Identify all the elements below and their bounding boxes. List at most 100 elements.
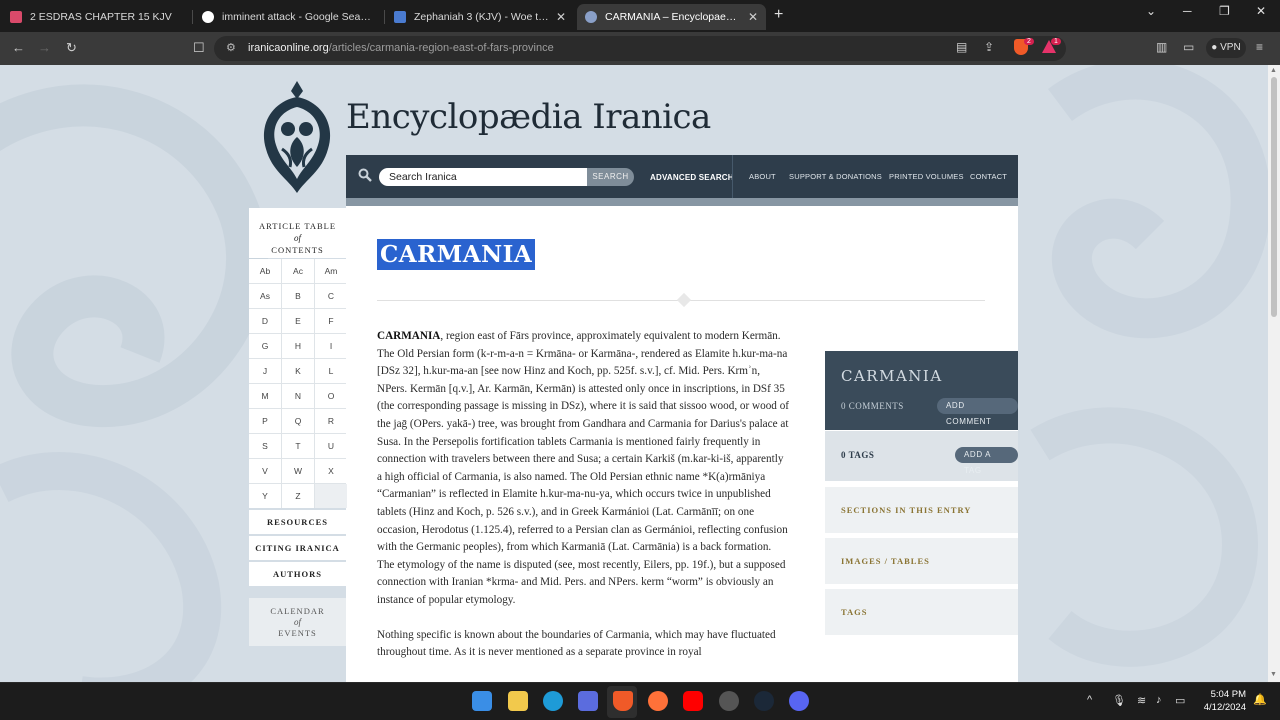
- tags-section[interactable]: TAGS: [825, 589, 1018, 635]
- scroll-down-icon[interactable]: ▼: [1270, 671, 1277, 678]
- menu-icon[interactable]: ≡: [1256, 40, 1263, 54]
- nav-contact[interactable]: CONTACT: [970, 172, 1007, 181]
- letter-link[interactable]: Y: [249, 484, 281, 508]
- letter-link[interactable]: H: [282, 334, 314, 358]
- wifi-icon[interactable]: ≋: [1137, 694, 1146, 707]
- tab-title: CARMANIA – Encyclopaedia Iranica: [605, 11, 742, 23]
- share-icon[interactable]: ⇪: [984, 40, 994, 54]
- letter-link[interactable]: D: [249, 309, 281, 333]
- authors-link[interactable]: AUTHORS: [249, 562, 346, 586]
- letter-link[interactable]: J: [249, 359, 281, 383]
- obs-icon[interactable]: [719, 691, 739, 711]
- reload-icon[interactable]: ↻: [66, 40, 77, 56]
- youtube-icon[interactable]: [683, 691, 703, 711]
- letter-link[interactable]: Q: [282, 409, 314, 433]
- wallet-icon[interactable]: ▭: [1183, 40, 1194, 54]
- microsoft-store-icon[interactable]: [578, 691, 598, 711]
- iranica-logo[interactable]: [258, 79, 336, 195]
- bible-gateway-favicon-icon: [394, 11, 406, 23]
- search-button[interactable]: SEARCH: [587, 168, 634, 186]
- letter-link[interactable]: T: [282, 434, 314, 458]
- address-bar[interactable]: ⚙ iranicaonline.org/articles/carmania-re…: [214, 36, 1066, 61]
- letter-link[interactable]: X: [315, 459, 347, 483]
- letter-link[interactable]: L: [315, 359, 347, 383]
- letter-link[interactable]: I: [315, 334, 347, 358]
- letter-link[interactable]: M: [249, 384, 281, 408]
- page-scrollbar[interactable]: ▲ ▼: [1268, 65, 1280, 682]
- search-icon[interactable]: [358, 168, 372, 182]
- scrollbar-thumb[interactable]: [1271, 77, 1277, 317]
- images-tables-section[interactable]: IMAGES / TABLES: [825, 538, 1018, 584]
- sidebar-toggle-icon[interactable]: ▥: [1156, 40, 1167, 54]
- tab-title: 2 ESDRAS CHAPTER 15 KJV: [30, 11, 172, 23]
- forward-icon[interactable]: →: [38, 40, 51, 55]
- tab-carmania[interactable]: CARMANIA – Encyclopaedia Iranica ✕: [577, 4, 766, 30]
- letter-link[interactable]: Am: [315, 259, 347, 283]
- letter-link[interactable]: C: [315, 284, 347, 308]
- show-hidden-icons-icon[interactable]: ^: [1087, 694, 1092, 706]
- discord-icon[interactable]: [789, 691, 809, 711]
- volume-icon[interactable]: ♪: [1156, 694, 1162, 706]
- letter-link[interactable]: V: [249, 459, 281, 483]
- system-clock[interactable]: 5:04 PM 4/12/2024: [1196, 688, 1246, 714]
- citing-iranica-link[interactable]: CITING IRANICA: [249, 536, 346, 560]
- letter-link[interactable]: Ac: [282, 259, 314, 283]
- letter-link[interactable]: U: [315, 434, 347, 458]
- add-tag-button[interactable]: ADD A TAG: [955, 447, 1018, 475]
- maximize-icon[interactable]: ❐: [1219, 4, 1230, 18]
- firefox-icon[interactable]: [648, 691, 668, 711]
- resources-link[interactable]: RESOURCES: [249, 510, 346, 534]
- calendar-of-events-link[interactable]: CALENDAR of EVENTS: [249, 598, 346, 646]
- notifications-bell-icon[interactable]: 🔔: [1253, 693, 1267, 706]
- letter-link[interactable]: As: [249, 284, 281, 308]
- entry-name: CARMANIA: [841, 367, 943, 385]
- advanced-search-link[interactable]: ADVANCED SEARCH: [650, 173, 734, 182]
- nav-support-donations[interactable]: SUPPORT & DONATIONS: [789, 172, 882, 181]
- add-comment-button[interactable]: ADD COMMENT: [937, 398, 1018, 426]
- file-explorer-icon[interactable]: [508, 691, 528, 711]
- letter-link[interactable]: E: [282, 309, 314, 333]
- tab-google-search[interactable]: imminent attack - Google Search: [194, 4, 382, 30]
- edge-icon[interactable]: [543, 691, 563, 711]
- new-tab-icon[interactable]: +: [774, 6, 783, 24]
- url-text: iranicaonline.org/articles/carmania-regi…: [248, 42, 554, 54]
- rewards-count-badge: 1: [1051, 38, 1061, 45]
- vpn-button[interactable]: ● VPN: [1206, 38, 1246, 58]
- letter-link[interactable]: S: [249, 434, 281, 458]
- minimize-icon[interactable]: ─: [1183, 4, 1192, 18]
- search-input[interactable]: Search Iranica: [379, 168, 587, 186]
- close-tab-icon[interactable]: ✕: [748, 10, 758, 24]
- site-title[interactable]: Encyclopædia Iranica: [346, 97, 711, 137]
- letter-link[interactable]: W: [282, 459, 314, 483]
- steam-icon[interactable]: [754, 691, 774, 711]
- letter-link[interactable]: F: [315, 309, 347, 333]
- windows-start-icon[interactable]: [472, 691, 492, 711]
- close-tab-icon[interactable]: ✕: [556, 10, 566, 24]
- letter-link[interactable]: B: [282, 284, 314, 308]
- letter-link[interactable]: R: [315, 409, 347, 433]
- brave-browser-icon[interactable]: [613, 691, 633, 711]
- letter-link[interactable]: Ab: [249, 259, 281, 283]
- microphone-icon[interactable]: 🎙: [1112, 694, 1126, 707]
- scroll-up-icon[interactable]: ▲: [1270, 67, 1277, 74]
- shields-count-badge: 2: [1024, 38, 1034, 45]
- battery-icon[interactable]: ▭: [1175, 694, 1185, 707]
- letter-link[interactable]: G: [249, 334, 281, 358]
- tab-search-chevron-icon[interactable]: ⌄: [1146, 4, 1156, 18]
- reader-mode-icon[interactable]: ▤: [956, 40, 967, 54]
- sections-in-this-entry[interactable]: SECTIONS IN THIS ENTRY: [825, 487, 1018, 533]
- letter-link[interactable]: P: [249, 409, 281, 433]
- letter-link[interactable]: K: [282, 359, 314, 383]
- tab-zephaniah[interactable]: Zephaniah 3 (KJV) - Woe to her ✕: [386, 4, 574, 30]
- letter-link[interactable]: Z: [282, 484, 314, 508]
- nav-printed-volumes[interactable]: PRINTED VOLUMES: [889, 172, 964, 181]
- bookmark-icon[interactable]: ☐: [193, 40, 205, 56]
- close-window-icon[interactable]: ✕: [1256, 4, 1266, 18]
- back-icon[interactable]: ←: [12, 40, 25, 55]
- letter-link[interactable]: N: [282, 384, 314, 408]
- site-info-icon[interactable]: ⚙: [226, 41, 236, 54]
- letter-link[interactable]: O: [315, 384, 347, 408]
- article-table-of-contents-heading[interactable]: ARTICLE TABLE of CONTENTS: [249, 208, 346, 258]
- tab-2-esdras[interactable]: 2 ESDRAS CHAPTER 15 KJV: [2, 4, 190, 30]
- nav-about[interactable]: ABOUT: [749, 172, 776, 181]
